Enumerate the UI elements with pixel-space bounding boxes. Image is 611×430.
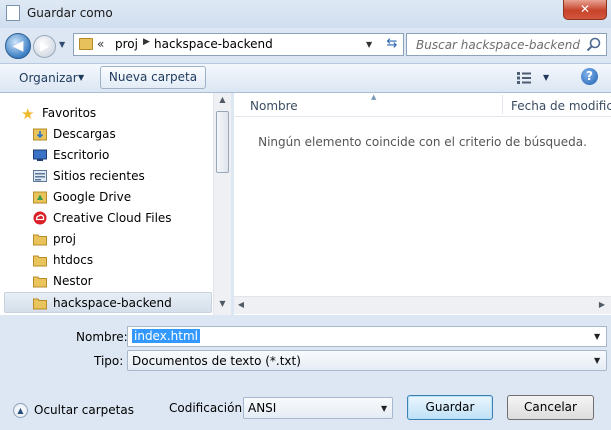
scrollbar-thumb[interactable] xyxy=(216,111,229,173)
sidebar-item-label: Creative Cloud Files xyxy=(53,211,172,225)
sidebar-item-hackspace-backend[interactable]: hackspace-backend xyxy=(4,292,212,313)
scroll-down-icon[interactable]: ▼ xyxy=(214,299,231,311)
sidebar-item-google-drive[interactable]: Google Drive xyxy=(0,187,213,208)
sidebar-item-favorites[interactable]: ★ Favoritos xyxy=(0,103,213,124)
file-type-value: Documentos de texto (*.txt) xyxy=(132,354,301,368)
file-type-label: Tipo: xyxy=(94,354,124,368)
view-dropdown-icon[interactable]: ▼ xyxy=(543,73,549,82)
sidebar-item-label: hackspace-backend xyxy=(53,296,172,310)
sidebar-item-label: Favoritos xyxy=(42,106,97,120)
encoding-value: ANSI xyxy=(248,401,277,415)
chevron-down-icon[interactable]: ▼ xyxy=(594,356,600,365)
recent-places-icon xyxy=(33,170,47,182)
command-bar: Organizar ▼ Nueva carpeta ▼ ? xyxy=(0,63,611,93)
scroll-right-icon[interactable]: ▶ xyxy=(595,300,609,309)
sidebar-item-label: Nestor xyxy=(53,274,93,288)
scroll-up-icon[interactable]: ▲ xyxy=(214,95,231,107)
sidebar-item-nestor[interactable]: Nestor xyxy=(0,271,213,292)
file-list: Nombre ▲ Fecha de modifica... Ningún ele… xyxy=(234,93,611,315)
search-icon[interactable] xyxy=(585,37,603,53)
sidebar-item-descargas[interactable]: Descargas xyxy=(0,124,213,145)
breadcrumb-hackspace-backend[interactable]: hackspace-backend xyxy=(154,37,273,51)
sidebar-item-label: Escritorio xyxy=(53,148,110,162)
horizontal-scrollbar[interactable]: ◀ ▶ xyxy=(234,296,611,314)
search-input[interactable]: Buscar hackspace-backend xyxy=(406,33,607,56)
scroll-left-icon[interactable]: ◀ xyxy=(234,300,248,309)
empty-message: Ningún elemento coincide con el criterio… xyxy=(258,135,587,149)
title-bar[interactable]: Guardar como ✕ xyxy=(0,0,611,28)
save-options: Nombre: index.html ▼ Tipo: Documentos de… xyxy=(0,315,611,430)
filename-input[interactable]: index.html ▼ xyxy=(127,326,607,347)
sidebar-item-label: proj xyxy=(53,232,76,246)
sidebar-item-proj[interactable]: proj xyxy=(0,229,213,250)
filename-label: Nombre: xyxy=(76,330,128,344)
new-folder-button[interactable]: Nueva carpeta xyxy=(100,66,206,89)
sidebar-item-htdocs[interactable]: htdocs xyxy=(0,250,213,271)
folder-icon xyxy=(33,255,47,267)
sidebar-item-label: htdocs xyxy=(53,253,94,267)
back-button[interactable]: ◀ xyxy=(5,33,31,59)
downloads-folder-icon xyxy=(33,128,47,141)
view-options-icon[interactable] xyxy=(517,72,531,84)
save-button[interactable]: Guardar xyxy=(407,395,493,420)
google-drive-folder-icon xyxy=(33,191,47,204)
cancel-button[interactable]: Cancelar xyxy=(507,395,594,420)
forward-button[interactable]: ▶ xyxy=(33,35,56,58)
search-placeholder: Buscar hackspace-backend xyxy=(416,38,580,52)
arrow-right-icon: ▶ xyxy=(39,39,50,53)
column-headers: Nombre ▲ Fecha de modifica... xyxy=(234,93,611,117)
column-divider[interactable] xyxy=(502,95,503,114)
refresh-icon[interactable]: ⇆ xyxy=(382,36,402,53)
close-button[interactable]: ✕ xyxy=(563,0,607,20)
chevron-down-icon[interactable]: ▼ xyxy=(594,332,600,341)
document-icon xyxy=(6,5,20,21)
breadcrumb-proj[interactable]: proj xyxy=(115,37,138,51)
encoding-select[interactable]: ANSI ▼ xyxy=(243,397,393,419)
creative-cloud-icon xyxy=(33,211,47,225)
breadcrumb-separator-icon[interactable]: ▶ xyxy=(143,37,150,47)
chevron-down-icon[interactable]: ▼ xyxy=(78,73,84,82)
star-icon: ★ xyxy=(21,105,35,123)
sidebar-item-label: Sitios recientes xyxy=(53,169,145,183)
address-bar[interactable]: « proj ▶ hackspace-backend ▼ ⇆ xyxy=(73,33,404,56)
history-dropdown-icon[interactable]: ▼ xyxy=(59,40,65,49)
sidebar-item-sitios-recientes[interactable]: Sitios recientes xyxy=(0,166,213,187)
organize-menu[interactable]: Organizar xyxy=(19,71,78,85)
folder-icon xyxy=(33,298,47,310)
collapse-up-icon[interactable]: ▲ xyxy=(13,403,28,418)
column-header-date[interactable]: Fecha de modifica... xyxy=(511,99,611,113)
address-dropdown-icon[interactable]: ▼ xyxy=(366,40,372,49)
folder-icon xyxy=(33,234,47,246)
sidebar-item-escritorio[interactable]: Escritorio xyxy=(0,145,213,166)
sort-ascending-icon: ▲ xyxy=(371,93,377,101)
arrow-left-icon: ◀ xyxy=(12,38,24,54)
sidebar-item-label: Descargas xyxy=(53,127,116,141)
navigation-scrollbar[interactable]: ▲ ▼ xyxy=(213,93,231,315)
sidebar-item-creative-cloud[interactable]: Creative Cloud Files xyxy=(0,208,213,229)
encoding-label: Codificación: xyxy=(169,401,247,415)
chevron-down-icon[interactable]: ▼ xyxy=(381,404,387,413)
folder-icon xyxy=(79,38,93,50)
filename-value[interactable]: index.html xyxy=(132,329,200,343)
window-title: Guardar como xyxy=(27,6,113,20)
file-type-select[interactable]: Documentos de texto (*.txt) ▼ xyxy=(127,350,607,371)
desktop-icon xyxy=(33,149,47,161)
column-header-name[interactable]: Nombre xyxy=(250,99,298,113)
folder-icon xyxy=(33,276,47,288)
sidebar-item-label: Google Drive xyxy=(53,190,132,204)
help-button[interactable]: ? xyxy=(581,68,598,85)
navigation-pane: ★ Favoritos Descargas Escritorio Sitios … xyxy=(0,93,232,315)
breadcrumb-overflow[interactable]: « xyxy=(97,37,104,51)
save-as-dialog: Guardar como ✕ ◀ ▶ ▼ « proj ▶ hackspace-… xyxy=(0,0,611,430)
hide-folders-button[interactable]: Ocultar carpetas xyxy=(34,403,134,417)
